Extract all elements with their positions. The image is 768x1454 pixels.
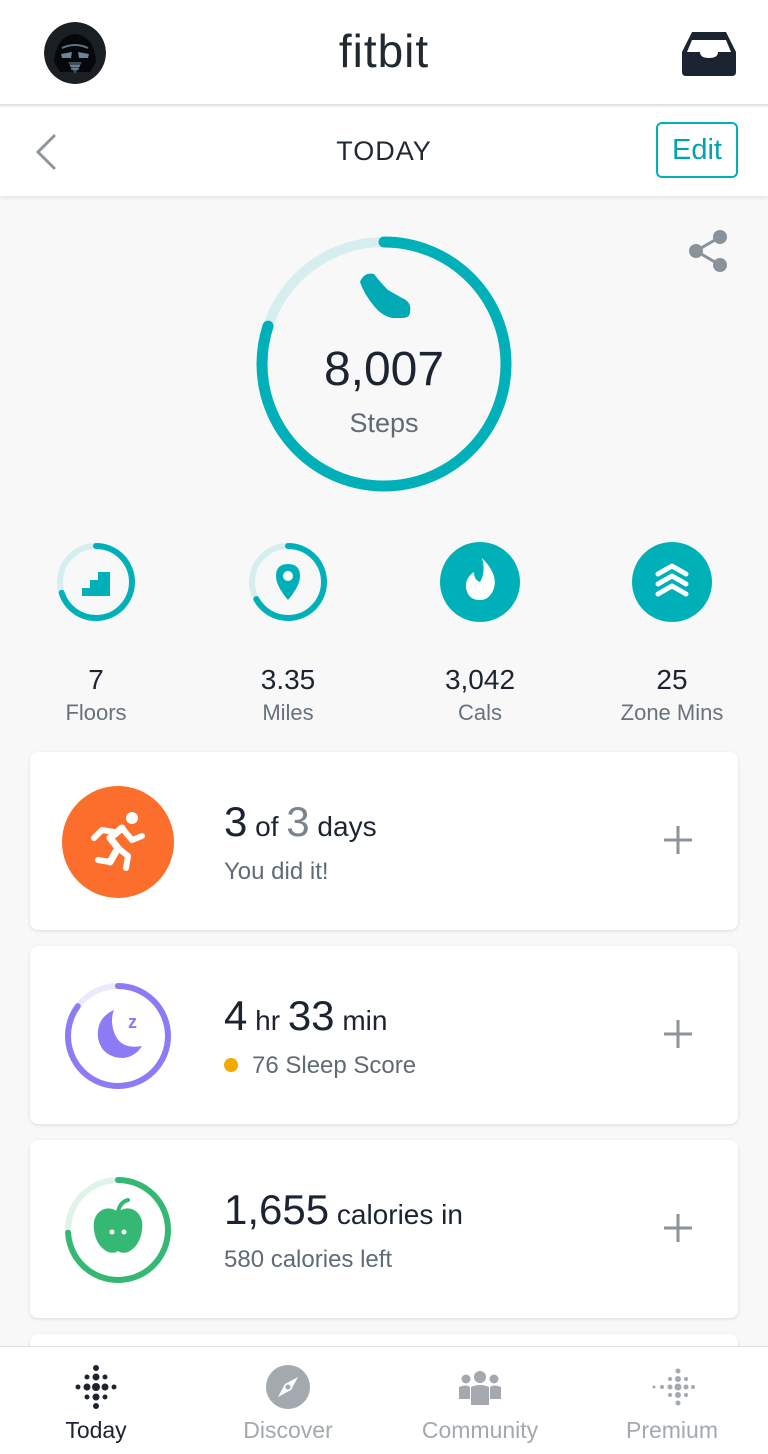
exercise-status: You did it! [224,858,329,885]
food-summary: 1,655 calories in [224,1186,463,1234]
stat-cals[interactable]: 3,042 Cals [390,540,570,726]
stat-label: Floors [65,700,127,725]
nav-discover[interactable]: Discover [192,1347,384,1454]
plus-icon[interactable] [656,1206,700,1250]
food-unit: calories in [336,1199,463,1230]
fitbit-dots-icon [72,1363,120,1411]
exercise-summary: 3 of 3 days [224,798,377,846]
sleep-score: 76 Sleep Score [224,1052,416,1080]
stat-value: 3,042 [444,664,516,695]
location-pin-icon [276,564,300,600]
share-icon[interactable] [686,228,730,274]
cals-ring [438,540,522,624]
food-calories-in: 1,655 [224,1186,330,1233]
sleep-score-text: 76 Sleep Score [252,1052,417,1079]
food-ring [62,1174,174,1286]
zone-ring [630,540,714,624]
plus-icon[interactable] [656,818,700,862]
shoe-icon [354,268,416,324]
exercise-card[interactable]: 3 of 3 days You did it! [30,752,738,930]
stat-value: 7 [88,664,104,695]
stat-label: Cals [457,700,502,725]
brand-logo: fitbit [338,25,430,77]
sleep-minutes: 33 [287,992,335,1039]
steps-label: Steps [349,408,419,438]
food-card[interactable]: 1,655 calories in 580 calories left [30,1140,738,1318]
stat-floors[interactable]: 7 Floors [6,540,186,726]
stat-miles[interactable]: 3.35 Miles [198,540,378,726]
miles-ring [246,540,330,624]
sleep-min-unit: min [342,1005,388,1036]
nav-premium[interactable]: Premium [576,1347,768,1454]
nav-label: Premium [625,1417,718,1443]
sleep-card[interactable]: z 4 hr 33 min 76 Sleep Score [30,946,738,1124]
stat-zone-mins[interactable]: 25 Zone Mins [582,540,762,726]
sleep-summary: 4 hr 33 min [224,992,387,1040]
community-icon [456,1363,504,1411]
exercise-of: of [255,811,279,842]
nav-today[interactable]: Today [0,1347,192,1454]
stat-value: 3.35 [260,664,316,695]
exercise-goal: 3 [286,798,310,845]
nav-label: Today [65,1417,127,1443]
compass-icon [264,1363,312,1411]
steps-value: 8,007 [323,343,445,396]
svg-text:z: z [128,1012,137,1032]
stat-label: Miles [262,700,314,725]
premium-dots-icon [648,1363,696,1411]
top-app-bar: fitbit [0,0,768,106]
stat-label: Zone Mins [620,700,724,725]
exercise-unit: days [317,811,377,842]
sleep-score-dot [224,1057,238,1072]
sleep-hours: 4 [224,992,248,1039]
floors-ring [54,540,138,624]
exercise-done: 3 [224,798,248,845]
nav-community[interactable]: Community [384,1347,576,1454]
food-calories-left: 580 calories left [224,1246,393,1273]
stat-value: 25 [656,664,688,695]
edit-button[interactable]: Edit [656,122,738,178]
sleep-hr-unit: hr [255,1005,281,1036]
inbox-icon[interactable] [680,30,738,78]
plus-icon[interactable] [656,1012,700,1056]
nav-label: Discover [243,1417,333,1443]
nav-label: Community [421,1417,539,1443]
page-title: TODAY [336,136,432,166]
exercise-badge [62,786,174,898]
bottom-navigation: Today Discover Community Premium [0,1346,768,1454]
date-header: TODAY Edit [0,108,768,196]
stairs-icon [82,572,110,596]
apple-icon [93,1198,143,1253]
sleep-ring: z [62,980,174,1092]
